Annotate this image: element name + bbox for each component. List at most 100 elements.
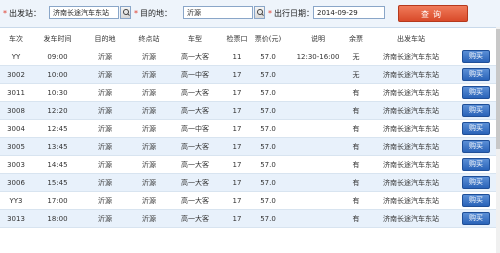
cell-station: 济南长途汽车东站: [383, 197, 439, 205]
cell-trip: 3006: [7, 179, 25, 187]
cell-gate: 17: [232, 143, 242, 151]
cell-remaining: 有: [352, 161, 360, 169]
cell-vehicle-type: 高一大客: [181, 215, 209, 223]
scrollbar-thumb[interactable]: [496, 29, 500, 149]
cell-price: 57.0: [260, 179, 276, 187]
buy-button[interactable]: 购买: [462, 68, 490, 81]
cell-gate: 17: [232, 89, 242, 97]
cell-time: 12:20: [47, 107, 68, 115]
cell-station: 济南长途汽车东站: [383, 161, 439, 169]
cell-note: 12:30-16:00: [296, 53, 340, 61]
header-price: 票价(元): [254, 35, 282, 43]
date-input[interactable]: 2014-09-29: [313, 6, 385, 19]
cell-remaining: 无: [352, 53, 360, 61]
cell-remaining: 有: [352, 107, 360, 115]
cell-price: 57.0: [260, 107, 276, 115]
cell-price: 57.0: [260, 197, 276, 205]
cell-remaining: 有: [352, 143, 360, 151]
schedule-table: YY 09:00 沂源 沂源 高一大客 11 57.0 12:30-16:00 无济南长途汽车东…: [0, 48, 496, 228]
cell-gate: 17: [232, 71, 242, 79]
query-button[interactable]: 查询: [398, 5, 468, 22]
cell-terminal: 沂源: [142, 197, 156, 205]
cell-gate: 17: [232, 215, 242, 223]
cell-station: 济南长途汽车东站: [383, 125, 439, 133]
from-label-text: 出发站：: [9, 9, 41, 18]
header-terminal: 终点站: [138, 35, 160, 43]
cell-time: 18:00: [47, 215, 68, 223]
cell-station: 济南长途汽车东站: [383, 53, 439, 61]
buy-button[interactable]: 购买: [462, 140, 490, 153]
cell-trip: 3005: [7, 143, 25, 151]
cell-destination: 沂源: [98, 71, 112, 79]
buy-button[interactable]: 购买: [462, 212, 490, 225]
cell-price: 57.0: [260, 71, 276, 79]
cell-destination: 沂源: [98, 53, 112, 61]
cell-time: 13:45: [47, 143, 68, 151]
header-note: 说明: [311, 35, 325, 43]
table-row: 3008 12:20 沂源 沂源 高一大客 17 57.0 有 济南长途汽车东站 购买: [0, 102, 496, 120]
cell-trip: 3003: [7, 161, 25, 169]
cell-time: 12:45: [47, 125, 68, 133]
cell-vehicle-type: 高一大客: [181, 107, 209, 115]
cell-gate: 17: [232, 161, 242, 169]
table-row: 3011 10:30 沂源 沂源 高一大客 17 57.0 有 济南长途汽车东站 购买: [0, 84, 496, 102]
cell-destination: 沂源: [98, 143, 112, 151]
from-station-input[interactable]: 济南长途汽车东站: [49, 6, 119, 19]
cell-station: 济南长途汽车东站: [383, 107, 439, 115]
buy-button[interactable]: 购买: [462, 158, 490, 171]
cell-time: 10:30: [47, 89, 68, 97]
cell-trip: 3011: [7, 89, 25, 97]
cell-terminal: 沂源: [142, 215, 156, 223]
header-station: 出发车站: [397, 35, 425, 43]
cell-station: 济南长途汽车东站: [383, 89, 439, 97]
cell-trip: YY: [11, 53, 21, 61]
buy-button[interactable]: 购买: [462, 50, 490, 63]
destination-picker-icon[interactable]: [254, 6, 265, 19]
cell-destination: 沂源: [98, 89, 112, 97]
date-label: * 出行日期：: [268, 9, 314, 19]
cell-remaining: 无: [352, 71, 360, 79]
cell-price: 57.0: [260, 53, 276, 61]
from-picker-icon[interactable]: [120, 6, 131, 19]
table-row: YY3 17:00 沂源 沂源 高一大客 17 57.0 有 济南长途汽车东站 购买: [0, 192, 496, 210]
header-remaining: 余票: [349, 35, 363, 43]
cell-remaining: 有: [352, 179, 360, 187]
table-row: 3013 18:00 沂源 沂源 高一大客 17 57.0 有 济南长途汽车东站 购买: [0, 210, 496, 228]
cell-gate: 17: [232, 125, 242, 133]
cell-vehicle-type: 高一大客: [181, 143, 209, 151]
buy-button[interactable]: 购买: [462, 194, 490, 207]
cell-vehicle-type: 高一大客: [181, 89, 209, 97]
cell-terminal: 沂源: [142, 53, 156, 61]
cell-price: 57.0: [260, 125, 276, 133]
header-gate: 检票口: [226, 35, 248, 43]
buy-button[interactable]: 购买: [462, 122, 490, 135]
cell-remaining: 有: [352, 215, 360, 223]
search-bar: * 出发站： 济南长途汽车东站 * 目的地： 沂源 * 出行日期： 2014-09-2…: [0, 0, 500, 28]
cell-terminal: 沂源: [142, 125, 156, 133]
cell-destination: 沂源: [98, 125, 112, 133]
cell-gate: 17: [232, 197, 242, 205]
table-row: 3002 10:00 沂源 沂源 高一中客 17 57.0 无 济南长途汽车东站 购买: [0, 66, 496, 84]
cell-vehicle-type: 高一大客: [181, 53, 209, 61]
cell-trip: 3002: [7, 71, 25, 79]
cell-vehicle-type: 高一中客: [181, 71, 209, 79]
table-row: YY 09:00 沂源 沂源 高一大客 11 57.0 12:30-16:00 无 济南长途汽车东…: [0, 48, 496, 66]
cell-vehicle-type: 高一中客: [181, 125, 209, 133]
to-label: * 目的地：: [134, 9, 172, 19]
header-time: 发车时间: [43, 35, 72, 43]
cell-station: 济南长途汽车东站: [383, 143, 439, 151]
scrollbar[interactable]: [496, 27, 500, 253]
cell-trip: 3004: [7, 125, 25, 133]
cell-time: 09:00: [47, 53, 68, 61]
cell-terminal: 沂源: [142, 143, 156, 151]
cell-station: 济南长途汽车东站: [383, 71, 439, 79]
table-row: 3005 13:45 沂源 沂源 高一大客 17 57.0 有 济南长途汽车东站 购买: [0, 138, 496, 156]
date-label-text: 出行日期：: [274, 9, 314, 18]
table-row: 3006 15:45 沂源 沂源 高一大客 17 57.0 有 济南长途汽车东站 购买: [0, 174, 496, 192]
cell-price: 57.0: [260, 143, 276, 151]
cell-destination: 沂源: [98, 179, 112, 187]
buy-button[interactable]: 购买: [462, 104, 490, 117]
destination-input[interactable]: 沂源: [183, 6, 253, 19]
buy-button[interactable]: 购买: [462, 86, 490, 99]
buy-button[interactable]: 购买: [462, 176, 490, 189]
